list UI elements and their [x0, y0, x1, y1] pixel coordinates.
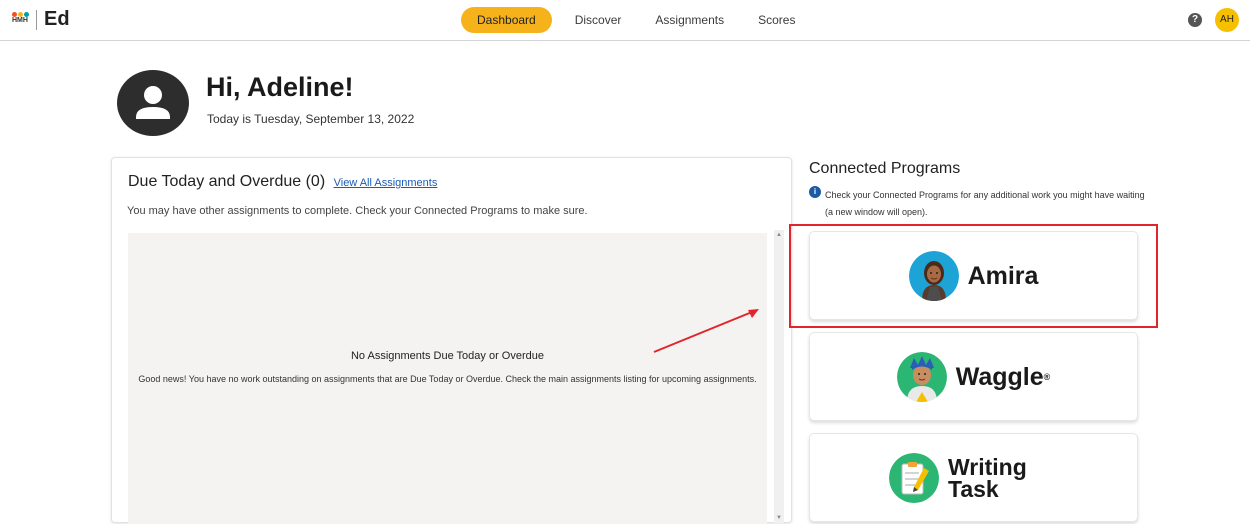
- annotation-arrow: [653, 309, 759, 353]
